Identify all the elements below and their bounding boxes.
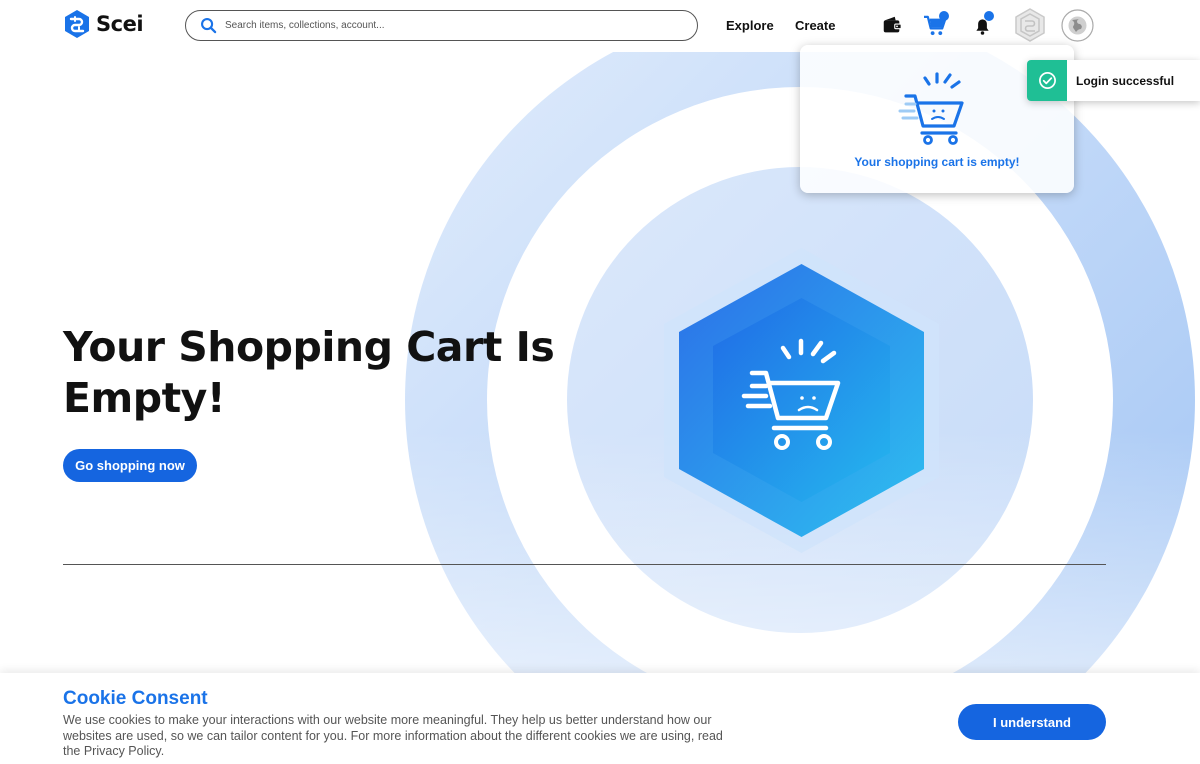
page-title-line2: Empty! — [63, 374, 226, 422]
toast-status-box — [1027, 60, 1067, 101]
section-divider — [63, 564, 1106, 565]
bell-notification-dot — [984, 11, 994, 21]
brand-logo[interactable]: Scei — [62, 9, 144, 39]
go-shopping-button[interactable]: Go shopping now — [63, 449, 197, 482]
nav-create[interactable]: Create — [795, 18, 835, 33]
empty-cart-icon — [898, 72, 964, 145]
empty-cart-illustration — [664, 248, 939, 553]
logo-mark-icon — [65, 10, 89, 38]
bell-icon[interactable] — [969, 11, 995, 38]
nav-explore[interactable]: Explore — [726, 18, 774, 33]
cart-icon[interactable] — [922, 11, 949, 38]
cookie-title: Cookie Consent — [63, 688, 208, 709]
wallet-icon[interactable] — [879, 12, 905, 38]
brand-name: Scei — [96, 12, 144, 36]
search-input[interactable] — [225, 20, 665, 31]
check-circle-icon — [1038, 72, 1056, 89]
cookie-text: We use cookies to make your interactions… — [63, 713, 723, 758]
login-toast: Login successful — [1027, 60, 1200, 101]
toast-message: Login successful — [1076, 73, 1175, 88]
cart-empty-message: Your shopping cart is empty! — [854, 155, 1020, 169]
page-title-line1: Your Shopping Cart Is — [63, 323, 555, 371]
cookie-consent-banner: Cookie Consent We use cookies to make yo… — [0, 673, 1200, 764]
i-understand-button[interactable]: I understand — [958, 704, 1106, 740]
cart-notification-dot — [939, 11, 949, 21]
profile-hex-icon[interactable] — [1013, 8, 1047, 42]
page-title: Your Shopping Cart Is Empty! — [63, 322, 583, 424]
search-icon — [201, 18, 217, 34]
globe-icon[interactable] — [1061, 9, 1094, 42]
search-bar[interactable] — [185, 10, 698, 41]
